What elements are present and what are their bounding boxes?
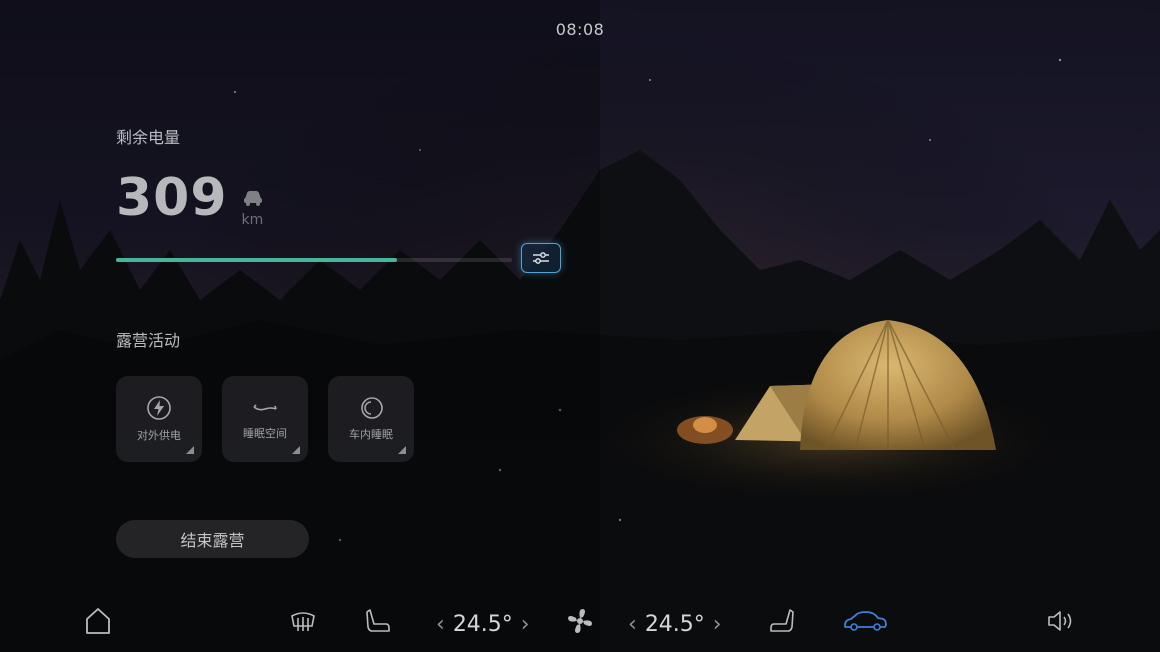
rear-defrost-button[interactable] <box>288 606 318 636</box>
range-unit: km <box>241 212 264 228</box>
bottom-dock: ‹ 24.5° › ‹ 24.5° › <box>0 598 1160 652</box>
tile-sleep-space[interactable]: 睡眠空间 <box>222 376 308 462</box>
battery-level-bar <box>116 258 512 262</box>
passenger-temp-decrease-button[interactable]: ‹ <box>624 612 641 637</box>
passenger-temperature-control: ‹ 24.5° › <box>624 606 726 642</box>
camping-tiles: 对外供电 睡眠空间 车内睡眠 <box>116 376 414 462</box>
home-button[interactable] <box>84 606 112 636</box>
range-side: km <box>242 190 264 228</box>
driver-temp-decrease-button[interactable]: ‹ <box>432 612 449 637</box>
rear-defrost-icon <box>291 612 315 631</box>
car-icon <box>242 190 264 210</box>
fan-button[interactable] <box>565 606 595 636</box>
end-camping-button[interactable]: 结束露营 <box>116 520 309 558</box>
driver-seat-button[interactable] <box>364 606 392 636</box>
vehicle-button[interactable] <box>842 606 888 636</box>
passenger-temp-increase-button[interactable]: › <box>709 612 726 637</box>
range-value: 309 <box>116 168 228 228</box>
sliders-icon <box>533 252 549 264</box>
volume-icon <box>1048 611 1072 631</box>
home-icon <box>86 608 110 634</box>
driver-temperature-control: ‹ 24.5° › <box>432 606 534 642</box>
tile-label: 车内睡眠 <box>349 428 393 441</box>
camping-section-title: 露营活动 <box>116 331 181 350</box>
car-icon <box>844 611 887 631</box>
passenger-seat-icon <box>770 609 794 632</box>
tile-external-power[interactable]: 对外供电 <box>116 376 202 462</box>
corner-indicator-icon <box>398 446 406 454</box>
corner-indicator-icon <box>186 446 194 454</box>
driver-seat-icon <box>366 609 390 632</box>
battery-settings-button[interactable] <box>521 243 561 273</box>
tile-label: 对外供电 <box>137 429 181 442</box>
status-clock: 08:08 <box>555 20 605 39</box>
driver-temperature: 24.5° <box>452 611 513 637</box>
sleep-space-icon <box>253 404 277 411</box>
tile-in-car-sleep[interactable]: 车内睡眠 <box>328 376 414 462</box>
tile-label: 睡眠空间 <box>243 427 287 440</box>
driver-temp-increase-button[interactable]: › <box>517 612 534 637</box>
volume-button[interactable] <box>1046 606 1078 636</box>
lightning-icon <box>147 396 171 420</box>
range-display: 309 km <box>116 168 264 228</box>
moon-sleep-icon <box>361 397 383 419</box>
passenger-temperature: 24.5° <box>644 611 705 637</box>
battery-section-title: 剩余电量 <box>116 128 181 147</box>
corner-indicator-icon <box>292 446 300 454</box>
battery-level-fill <box>116 258 398 262</box>
passenger-seat-button[interactable] <box>768 606 796 636</box>
fan-icon <box>568 609 592 633</box>
